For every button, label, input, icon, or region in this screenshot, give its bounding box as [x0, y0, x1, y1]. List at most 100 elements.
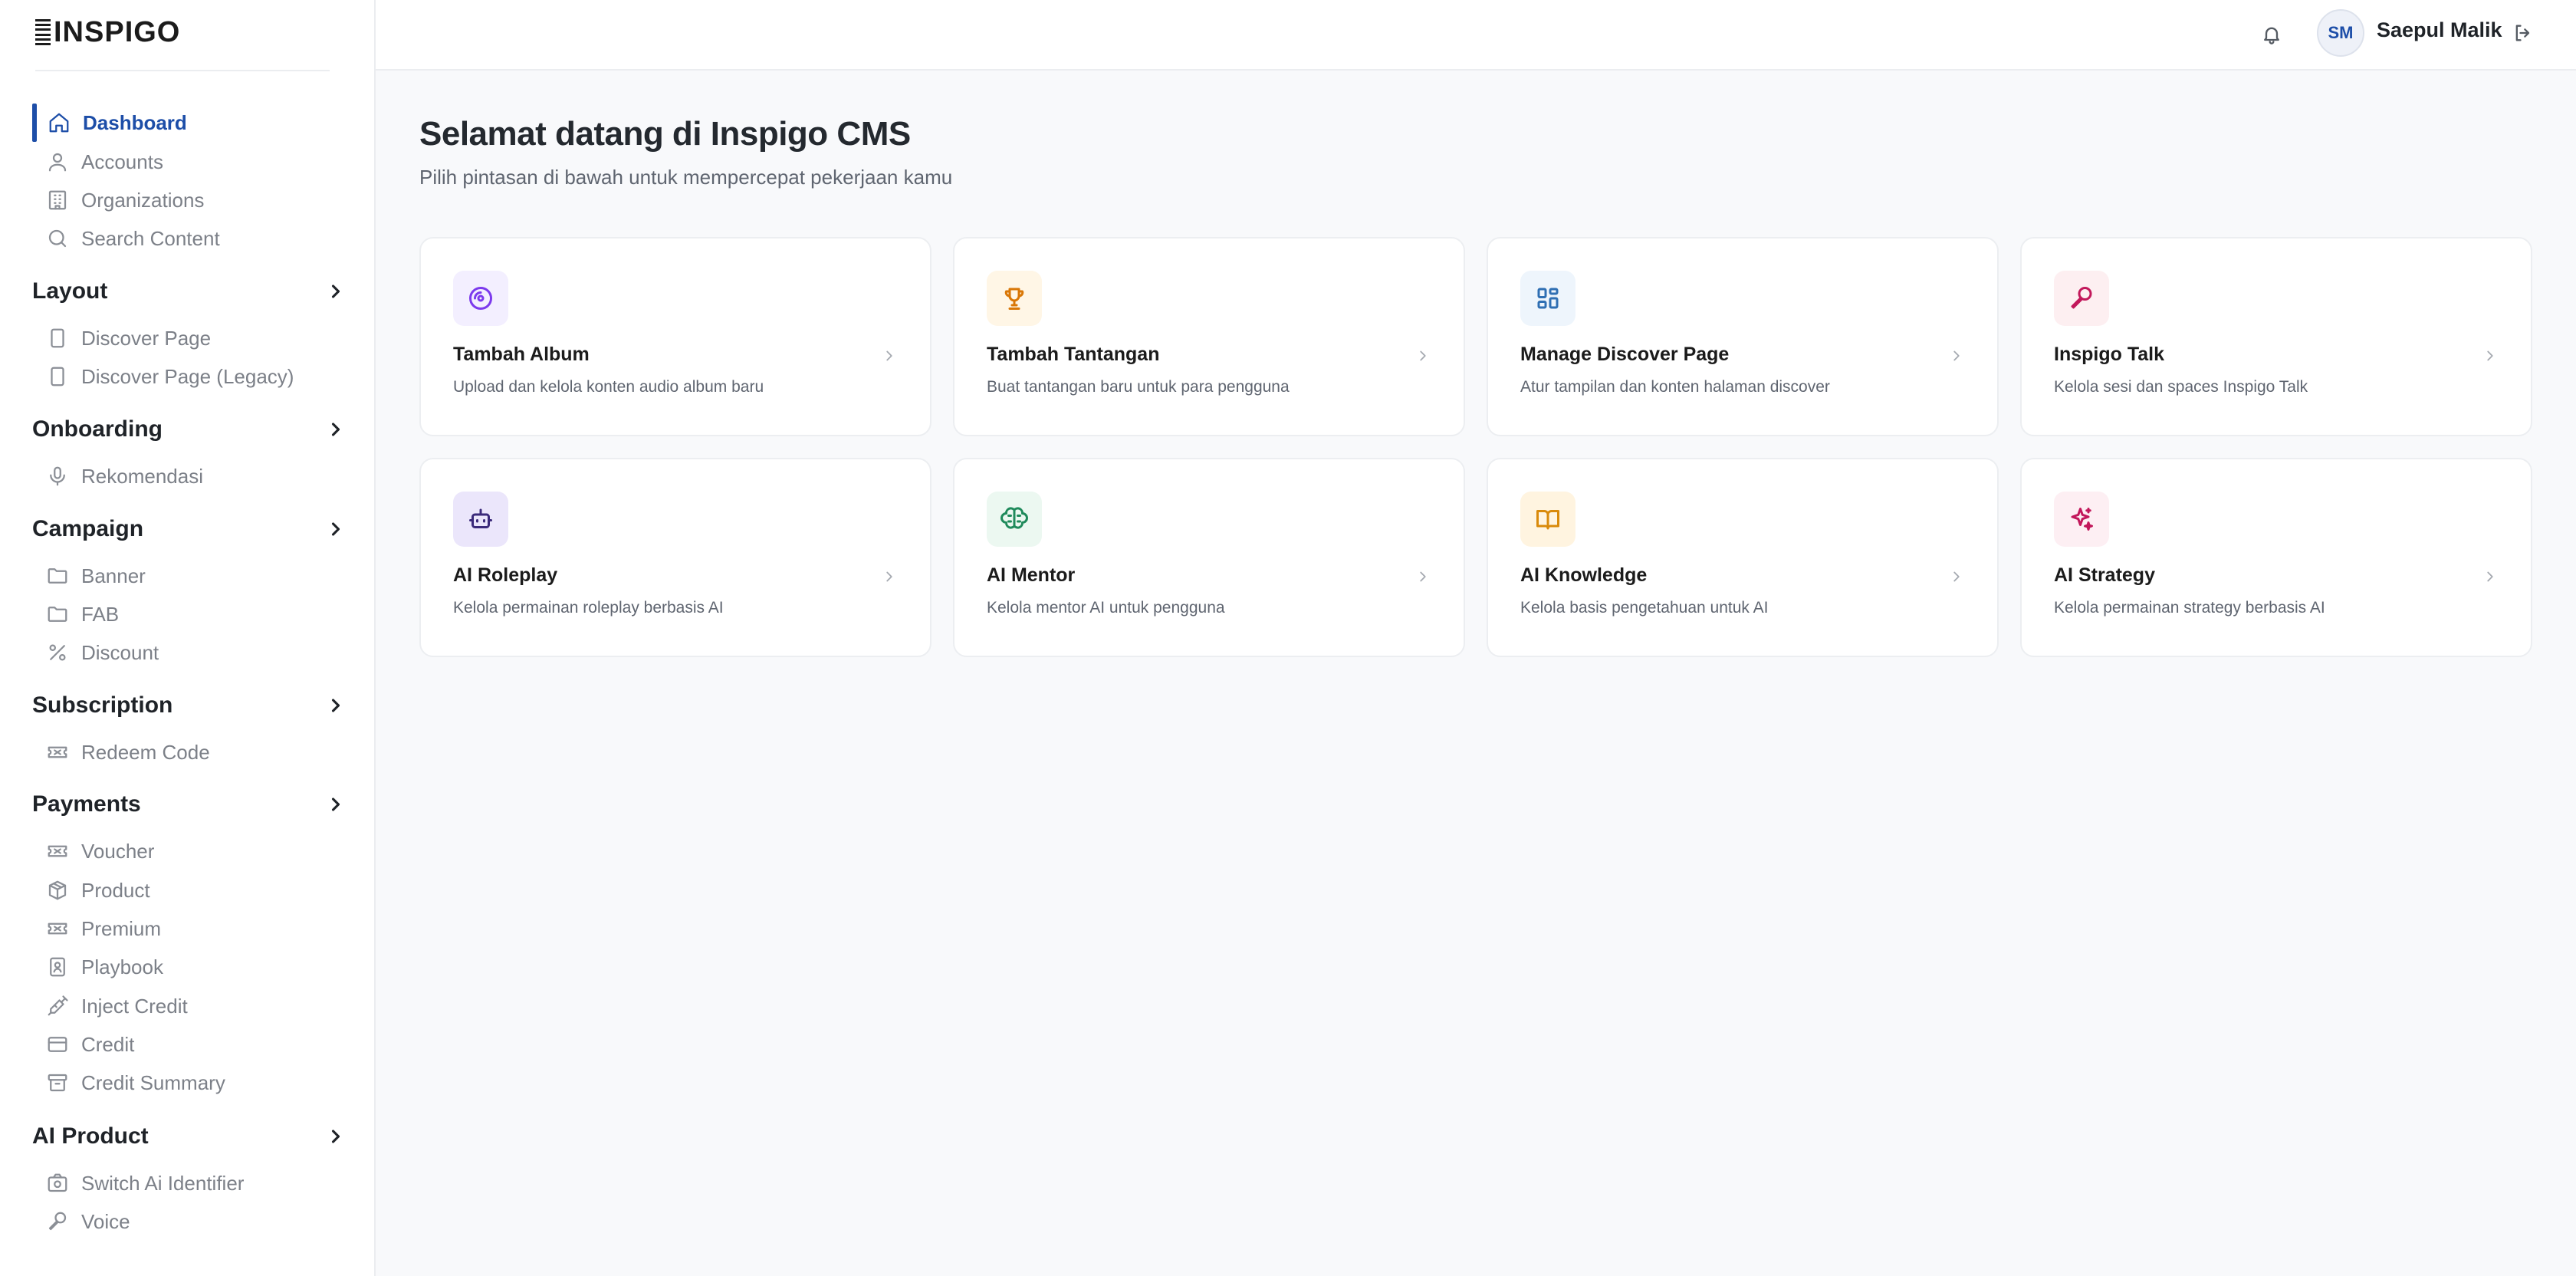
chevron-right-icon	[1948, 568, 1965, 585]
percent-icon	[46, 641, 69, 664]
sidebar-item-label: Accounts	[81, 150, 163, 173]
sidebar-item-label: Premium	[81, 916, 162, 940]
sidebar-item-redeem-code[interactable]: Redeem Code	[32, 733, 354, 771]
sidebar-item-label: Banner	[81, 564, 146, 587]
chevron-right-icon	[331, 522, 340, 536]
sidebar-item-fab[interactable]: FAB	[32, 595, 354, 633]
section-label: Payments	[32, 791, 141, 817]
folder-icon	[46, 564, 69, 587]
user-name[interactable]: Saepul Malik	[2377, 18, 2502, 42]
card-icon-box	[453, 271, 508, 326]
microphone-icon	[2071, 287, 2092, 309]
sidebar-item-label: Discover Page	[81, 326, 212, 350]
sidebar-item-label: Discover Page (Legacy)	[81, 364, 294, 388]
sidebar-item-label: Credit	[81, 1032, 135, 1056]
card-icon-box	[453, 492, 508, 547]
card-title: AI Knowledge	[1520, 564, 1648, 586]
sidebar-item-discover-page[interactable]: Discover Page	[32, 319, 354, 357]
sidebar-item-discover-page-legacy[interactable]: Discover Page (Legacy)	[32, 357, 354, 396]
sidebar-item-label: Rekomendasi	[81, 464, 203, 488]
sidebar-item-dashboard[interactable]: Dashboard	[32, 104, 354, 142]
card-description: Kelola sesi dan spaces Inspigo Talk	[2054, 378, 2308, 396]
card-description: Buat tantangan baru untuk para pengguna	[987, 378, 1290, 396]
card-inspigo-talk[interactable]: Inspigo Talk Kelola sesi dan spaces Insp…	[2020, 237, 2532, 436]
sidebar-item-premium[interactable]: Premium	[32, 909, 354, 948]
card-title: Tambah Album	[453, 344, 590, 365]
card-ai-roleplay[interactable]: AI Roleplay Kelola permainan roleplay be…	[419, 458, 932, 657]
card-tambah-tantangan[interactable]: Tambah Tantangan Buat tantangan baru unt…	[953, 237, 1465, 436]
sidebar-item-label: Search Content	[81, 226, 220, 250]
card-ai-mentor[interactable]: AI Mentor Kelola mentor AI untuk penggun…	[953, 458, 1465, 657]
sidebar-item-credit[interactable]: Credit	[32, 1025, 354, 1064]
card-description: Kelola permainan strategy berbasis AI	[2054, 599, 2325, 617]
ticket-icon	[46, 741, 69, 764]
sidebar-item-label: Dashboard	[83, 110, 187, 134]
section-layout[interactable]: Layout	[32, 272, 347, 311]
section-ai-product[interactable]: AI Product	[32, 1117, 347, 1156]
sidebar-item-rekomendasi[interactable]: Rekomendasi	[32, 457, 354, 495]
smartphone-icon	[46, 327, 69, 350]
chevron-right-icon	[1948, 347, 1965, 364]
sidebar-item-credit-summary[interactable]: Credit Summary	[32, 1064, 354, 1102]
sidebar-item-playbook[interactable]: Playbook	[32, 948, 354, 986]
book-open-icon	[1536, 510, 1559, 530]
page-title: Selamat datang di Inspigo CMS	[419, 115, 911, 153]
user-icon	[46, 150, 69, 173]
card-description: Kelola mentor AI untuk pengguna	[987, 599, 1225, 617]
logo-mark-icon	[35, 19, 51, 45]
sidebar-item-product[interactable]: Product	[32, 871, 354, 909]
section-campaign[interactable]: Campaign	[32, 510, 347, 548]
logo-text: INSPIGO	[54, 15, 181, 48]
section-payments[interactable]: Payments	[32, 785, 347, 824]
chevron-right-icon	[331, 699, 340, 712]
chevron-right-icon	[1414, 347, 1431, 364]
section-onboarding[interactable]: Onboarding	[32, 410, 347, 449]
card-title: Manage Discover Page	[1520, 344, 1730, 365]
card-description: Upload dan kelola konten audio album bar…	[453, 378, 764, 396]
card-description: Atur tampilan dan konten halaman discove…	[1520, 378, 1830, 396]
sidebar: INSPIGO Dashboard Accounts Organizations…	[0, 0, 376, 1276]
card-icon-box	[987, 271, 1042, 326]
section-subscription[interactable]: Subscription	[32, 686, 347, 725]
chevron-right-icon	[881, 347, 898, 364]
switch-camera-icon	[46, 1172, 69, 1195]
sidebar-item-organizations[interactable]: Organizations	[32, 181, 354, 219]
logout-icon[interactable]	[2505, 15, 2541, 51]
sidebar-item-switch-ai-identifier[interactable]: Switch Ai Identifier	[32, 1164, 354, 1202]
chevron-right-icon	[2482, 347, 2499, 364]
layout-grid-icon	[1537, 288, 1559, 309]
sidebar-item-search-content[interactable]: Search Content	[32, 219, 354, 258]
sparkles-icon	[2071, 508, 2093, 531]
avatar[interactable]: SM	[2317, 9, 2364, 57]
section-label: AI Product	[32, 1123, 149, 1149]
search-icon	[46, 227, 69, 250]
topbar	[376, 0, 2576, 71]
chevron-right-icon	[331, 1130, 340, 1143]
sidebar-item-label: Product	[81, 878, 150, 902]
card-title: AI Strategy	[2054, 564, 2155, 586]
sidebar-item-voucher[interactable]: Voucher	[32, 832, 354, 870]
card-tambah-album[interactable]: Tambah Album Upload dan kelola konten au…	[419, 237, 932, 436]
sidebar-item-label: Discount	[81, 640, 159, 664]
inspigo-logo[interactable]: INSPIGO	[35, 15, 181, 48]
sidebar-item-label: Switch Ai Identifier	[81, 1171, 245, 1195]
section-label: Onboarding	[32, 416, 163, 442]
card-title: AI Mentor	[987, 564, 1076, 586]
card-ai-knowledge[interactable]: AI Knowledge Kelola basis pengetahuan un…	[1487, 458, 1999, 657]
sidebar-item-label: FAB	[81, 602, 120, 626]
sidebar-item-inject-credit[interactable]: Inject Credit	[32, 987, 354, 1025]
sidebar-item-discount[interactable]: Discount	[32, 633, 354, 672]
syringe-icon	[46, 995, 69, 1018]
sidebar-item-accounts[interactable]: Accounts	[32, 143, 354, 181]
notification-bell-icon[interactable]	[2254, 17, 2289, 52]
archive-icon	[46, 1071, 69, 1094]
divider	[35, 70, 330, 71]
sidebar-item-voice[interactable]: Voice	[32, 1202, 354, 1241]
sidebar-item-banner[interactable]: Banner	[32, 557, 354, 595]
sidebar-item-label: Organizations	[81, 188, 205, 212]
section-label: Layout	[32, 278, 108, 304]
card-manage-discover-page[interactable]: Manage Discover Page Atur tampilan dan k…	[1487, 237, 1999, 436]
card-ai-strategy[interactable]: AI Strategy Kelola permainan strategy be…	[2020, 458, 2532, 657]
card-icon-box	[2054, 492, 2109, 547]
card-title: AI Roleplay	[453, 564, 558, 586]
